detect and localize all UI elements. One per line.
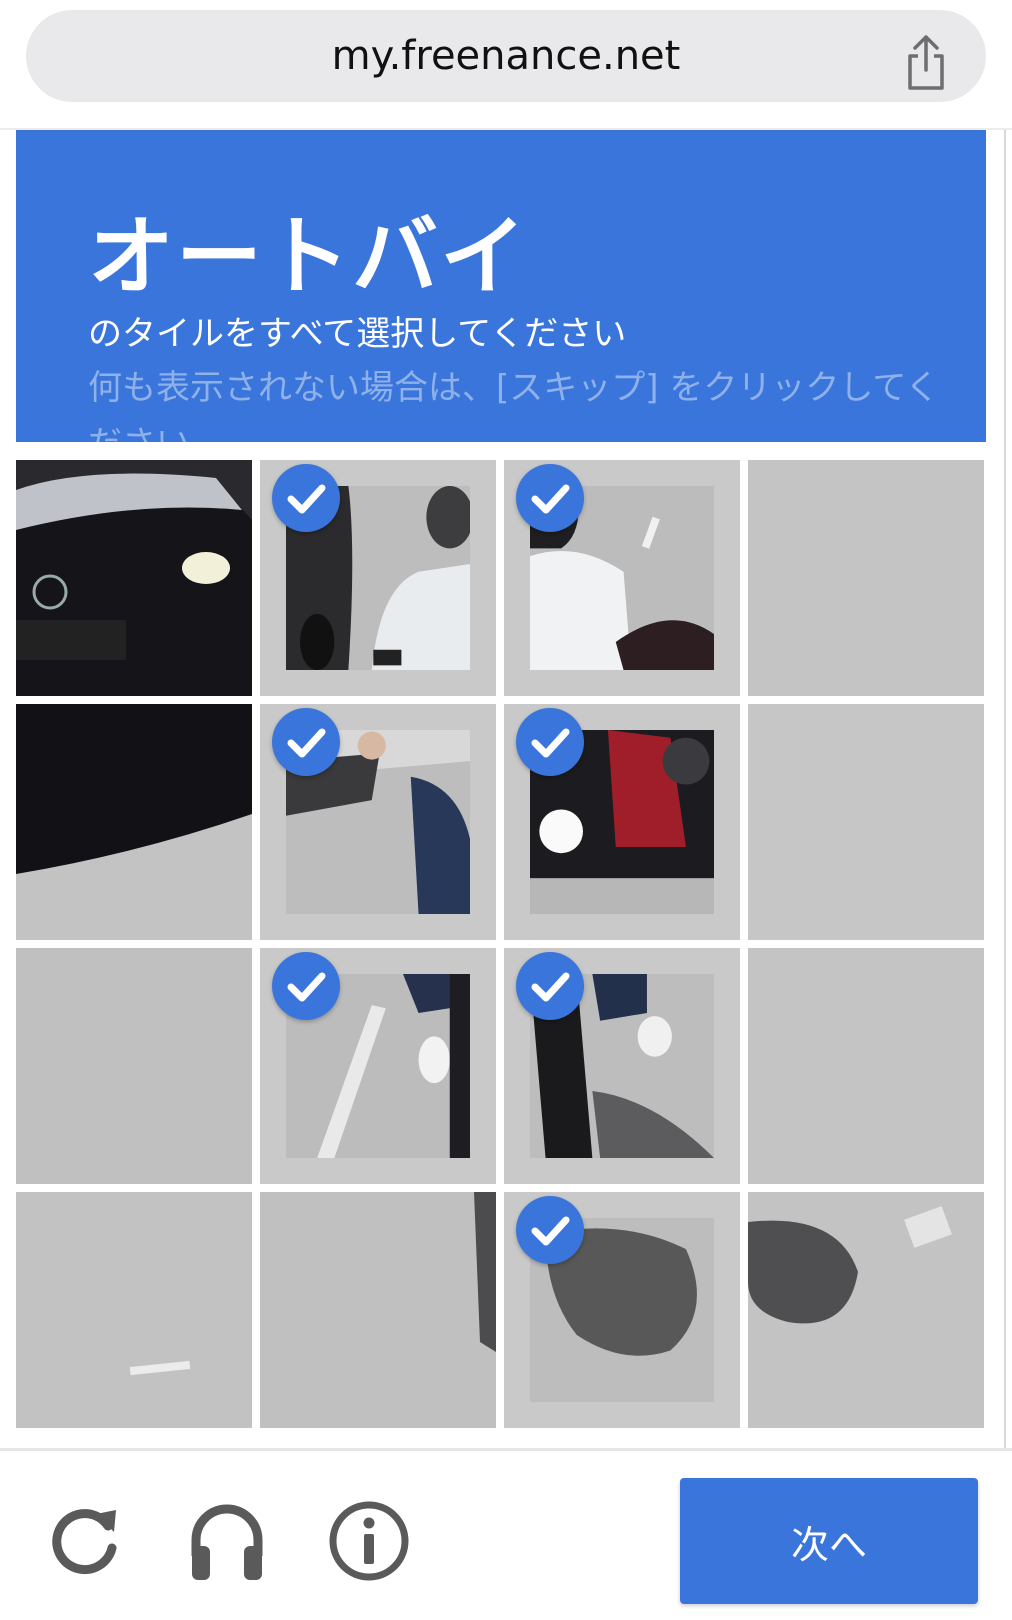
captcha-header: オートバイ のタイルをすべて選択してください 何も表示されない場合は、[スキップ… (16, 130, 986, 442)
address-bar[interactable]: my.freenance.net (26, 10, 986, 102)
selected-check-icon (516, 464, 584, 532)
captcha-instruction: のタイルをすべて選択してください (88, 314, 627, 354)
captcha-tile[interactable] (504, 460, 740, 696)
selected-check-icon (272, 708, 340, 776)
tile-image (748, 460, 984, 696)
captcha-tile[interactable] (748, 704, 984, 940)
share-icon[interactable] (902, 34, 950, 92)
info-icon[interactable] (324, 1496, 414, 1586)
captcha-skip-hint: 何も表示されない場合は、[スキップ] をクリックしてください (88, 368, 940, 442)
captcha-tile[interactable] (260, 948, 496, 1184)
selected-check-icon (272, 464, 340, 532)
reload-icon[interactable] (40, 1496, 130, 1586)
captcha-tile[interactable] (260, 460, 496, 696)
tile-image (16, 704, 252, 940)
captcha-tile[interactable] (16, 460, 252, 696)
captcha-tile[interactable] (748, 460, 984, 696)
frame-edge (1004, 130, 1006, 1450)
captcha-tile[interactable] (504, 704, 740, 940)
captcha-tile[interactable] (16, 1192, 252, 1428)
tile-image (16, 948, 252, 1184)
selected-check-icon (516, 952, 584, 1020)
next-button[interactable]: 次へ (680, 1478, 978, 1604)
tile-image (16, 460, 252, 696)
captcha-tile[interactable] (260, 1192, 496, 1428)
selected-check-icon (272, 952, 340, 1020)
captcha-tile[interactable] (504, 1192, 740, 1428)
captcha-tile[interactable] (16, 948, 252, 1184)
tile-image (748, 948, 984, 1184)
captcha-tile[interactable] (504, 948, 740, 1184)
tile-image (260, 1192, 496, 1428)
captcha-tile[interactable] (748, 1192, 984, 1428)
tile-image (16, 1192, 252, 1428)
captcha-tile-grid (16, 460, 984, 1428)
footer-divider (0, 1448, 1012, 1451)
tile-image (748, 1192, 984, 1428)
captcha-tile[interactable] (748, 948, 984, 1184)
captcha-tile[interactable] (260, 704, 496, 940)
headphones-icon[interactable] (182, 1496, 272, 1586)
selected-check-icon (516, 708, 584, 776)
selected-check-icon (516, 1196, 584, 1264)
tile-image (748, 704, 984, 940)
captcha-target-label: オートバイ (88, 207, 528, 307)
captcha-tile[interactable] (16, 704, 252, 940)
url-text[interactable]: my.freenance.net (26, 10, 986, 102)
